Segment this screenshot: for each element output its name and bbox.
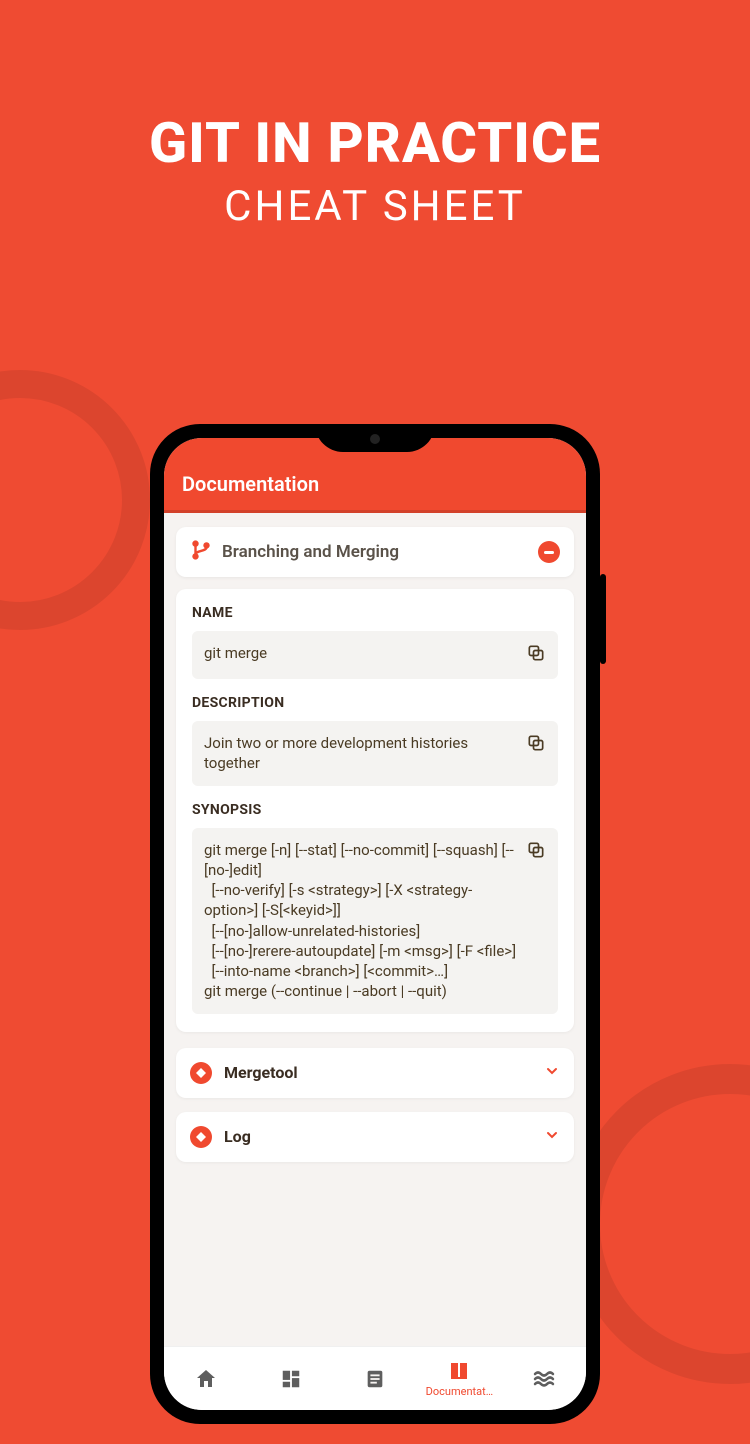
name-value: git merge [204,643,518,663]
content-area[interactable]: Branching and Merging NAME git merge DES… [164,513,586,1346]
app-bar-title: Documentation [182,472,319,496]
list-item-mergetool[interactable]: Mergetool [176,1048,574,1098]
bottom-nav: Documentat… [164,1346,586,1410]
waves-icon [532,1367,556,1391]
copy-name-button[interactable] [526,643,546,667]
name-block: git merge [192,631,558,679]
minus-icon [544,551,554,554]
description-value: Join two or more development histories t… [204,733,518,774]
description-label: DESCRIPTION [192,695,558,711]
chevron-down-icon [544,1063,560,1083]
chevron-down-icon [544,1127,560,1147]
bg-decor-left [0,370,150,630]
section-title: Branching and Merging [222,542,528,562]
dashboard-icon [280,1368,302,1390]
nav-more[interactable] [502,1367,586,1391]
git-icon [190,1062,212,1084]
collapse-button[interactable] [538,541,560,563]
mergetool-label: Mergetool [224,1063,532,1082]
nav-dashboard[interactable] [248,1368,332,1390]
phone-frame: Documentation Branching and Merging [150,424,600,1424]
log-label: Log [224,1127,532,1146]
description-block: Join two or more development histories t… [192,721,558,786]
doc-card: NAME git merge DESCRIPTION Join two or m… [176,589,574,1032]
home-icon [194,1367,218,1391]
nav-home[interactable] [164,1367,248,1391]
phone-side-button [600,574,606,664]
synopsis-block: git merge [-n] [--stat] [--no-commit] [-… [192,828,558,1014]
book-icon [447,1359,471,1383]
name-label: NAME [192,605,558,621]
notes-icon [364,1368,386,1390]
synopsis-value: git merge [-n] [--stat] [--no-commit] [-… [204,840,518,1002]
phone-notch [315,424,435,452]
hero-subtitle: CHEAT SHEET [0,182,750,231]
copy-synopsis-button[interactable] [526,840,546,864]
nav-notes[interactable] [333,1368,417,1390]
app-screen: Documentation Branching and Merging [164,438,586,1410]
list-item-log[interactable]: Log [176,1112,574,1162]
copy-description-button[interactable] [526,733,546,757]
nav-doc-label: Documentat… [426,1385,493,1398]
synopsis-label: SYNOPSIS [192,802,558,818]
section-header-branching[interactable]: Branching and Merging [176,527,574,577]
nav-documentation[interactable]: Documentat… [417,1359,501,1398]
branch-icon [190,539,212,565]
hero-title: GIT IN PRACTICE [0,110,750,176]
git-icon [190,1126,212,1148]
